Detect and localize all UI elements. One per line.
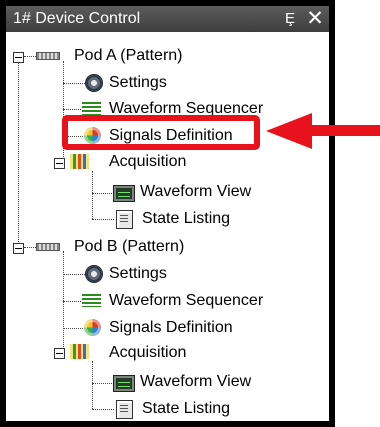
- callout-arrow-shaft: [310, 125, 380, 136]
- panel-body: 1# Device Control Ȩ ✕ Pod A (Pattern) Se…: [6, 6, 329, 421]
- acquisition-icon: [70, 154, 89, 169]
- callout-arrow-icon: [266, 113, 312, 149]
- waveform-sequencer-icon: [82, 294, 101, 307]
- pin-icon[interactable]: Ȩ: [281, 9, 299, 29]
- tree-item-waveform-view-a[interactable]: Waveform View: [140, 180, 251, 204]
- tree-line: [63, 301, 81, 302]
- tree-item-pod-a[interactable]: Pod A (Pattern): [74, 44, 183, 68]
- pod-connector-icon: [36, 52, 60, 60]
- tree-line: [92, 219, 114, 220]
- tree-item-pod-b[interactable]: Pod B (Pattern): [74, 235, 184, 259]
- state-listing-icon: [116, 210, 133, 229]
- panel-title: 1# Device Control: [13, 10, 141, 27]
- collapse-toggle-pod-b[interactable]: [13, 243, 24, 254]
- gear-icon: [86, 266, 102, 282]
- tree-line: [92, 409, 114, 410]
- tree-item-label: State Listing: [142, 210, 231, 227]
- waveform-sequencer-icon: [82, 102, 101, 115]
- close-icon[interactable]: ✕: [305, 8, 325, 30]
- collapse-toggle-acquisition-b[interactable]: [54, 348, 65, 359]
- tree-line: [92, 171, 93, 219]
- pod-connector-icon: [36, 243, 60, 251]
- tree-line: [63, 274, 85, 275]
- tree-line: [63, 109, 81, 110]
- tree-item-label: Acquisition: [109, 153, 187, 170]
- waveform-view-icon: [113, 185, 135, 202]
- tree-item-label: Settings: [109, 74, 167, 91]
- tree-item-label: Signals Definition: [109, 319, 233, 336]
- tree-line: [24, 247, 36, 248]
- tree-line: [92, 361, 93, 409]
- tree-item-acquisition-b[interactable]: Acquisition: [109, 341, 186, 365]
- gear-icon: [86, 75, 102, 91]
- tree-item-settings-b[interactable]: Settings: [109, 262, 167, 286]
- tree-item-label: Settings: [109, 265, 167, 282]
- highlight-box: [62, 115, 260, 150]
- tree-item-acquisition-a[interactable]: Acquisition: [109, 150, 186, 174]
- tree-item-label: Waveform Sequencer: [109, 292, 264, 309]
- tree-line: [24, 56, 36, 57]
- tree-line: [63, 251, 64, 355]
- tree-line: [18, 58, 19, 246]
- tree-line: [63, 83, 85, 84]
- tree-item-waveform-view-b[interactable]: Waveform View: [140, 370, 251, 394]
- device-tree: Pod A (Pattern) Settings Waveform Sequen…: [6, 32, 329, 421]
- panel-titlebar[interactable]: 1# Device Control Ȩ ✕: [6, 6, 329, 32]
- state-listing-icon: [116, 400, 133, 419]
- waveform-view-icon: [113, 375, 135, 392]
- tree-item-label: Pod B (Pattern): [74, 238, 185, 255]
- tree-line: [92, 383, 112, 384]
- tree-item-label: Pod A (Pattern): [74, 47, 183, 64]
- tree-item-settings-a[interactable]: Settings: [109, 71, 167, 95]
- tree-item-label: Waveform View: [140, 373, 252, 390]
- signals-definition-icon: [84, 319, 101, 336]
- tree-item-state-listing-a[interactable]: State Listing: [142, 207, 230, 231]
- tree-line: [92, 193, 112, 194]
- tree-item-signals-definition-b[interactable]: Signals Definition: [109, 316, 233, 340]
- tree-item-label: State Listing: [142, 400, 231, 417]
- tree-item-label: Waveform View: [140, 183, 252, 200]
- tree-item-waveform-sequencer-b[interactable]: Waveform Sequencer: [109, 289, 263, 313]
- acquisition-icon: [70, 344, 89, 359]
- collapse-toggle-pod-a[interactable]: [13, 52, 24, 63]
- device-control-panel: 1# Device Control Ȩ ✕ Pod A (Pattern) Se…: [0, 0, 335, 427]
- collapse-toggle-acquisition-a[interactable]: [54, 158, 65, 169]
- tree-item-label: Acquisition: [109, 344, 187, 361]
- tree-line: [63, 328, 83, 329]
- tree-item-state-listing-b[interactable]: State Listing: [142, 397, 230, 421]
